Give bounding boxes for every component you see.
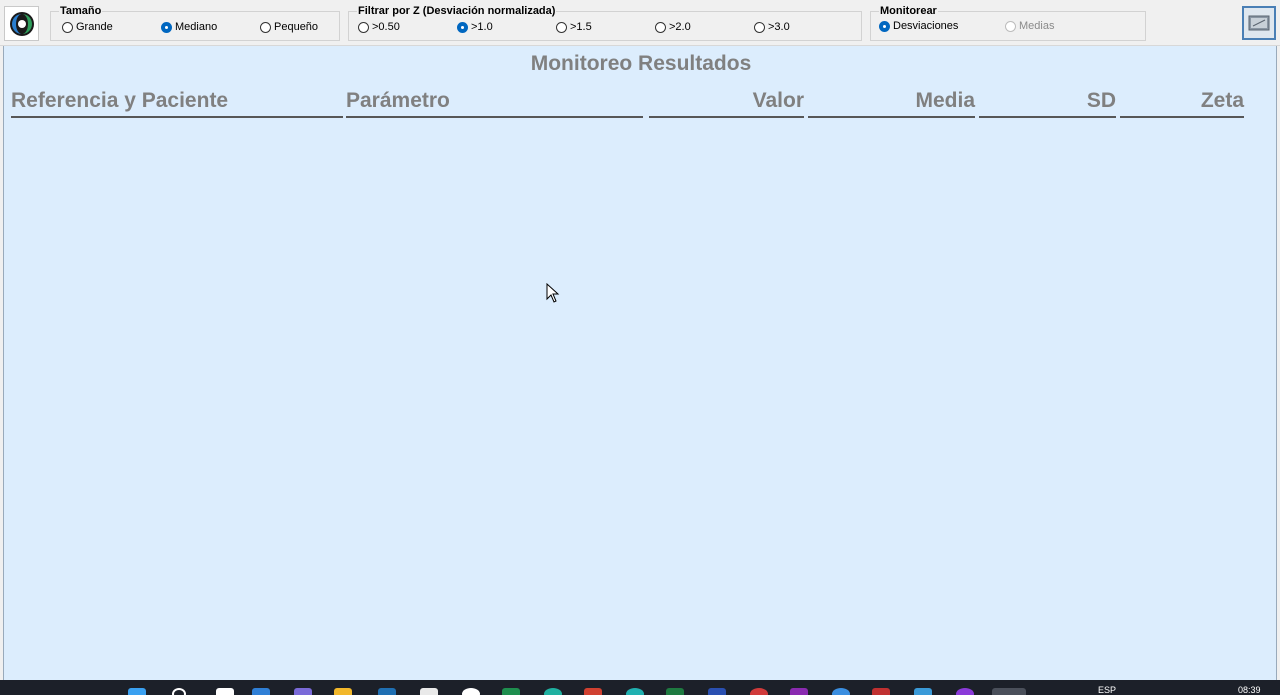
column-header-sd: SD: [979, 88, 1116, 118]
app-icon[interactable]: [790, 688, 808, 695]
radio-unchecked-icon: [260, 21, 271, 33]
filter-30-label: >3.0: [768, 21, 790, 33]
radio-unchecked-icon: [556, 21, 567, 33]
word-icon[interactable]: [708, 688, 726, 695]
mouse-cursor-icon: [546, 283, 560, 303]
size-grande-label: Grande: [76, 21, 113, 33]
radio-checked-icon: [879, 20, 890, 32]
app-icon[interactable]: [378, 688, 396, 695]
radio-checked-icon: [457, 21, 468, 33]
monitor-group-title: Monitorear: [879, 5, 938, 17]
size-group-title: Tamaño: [59, 5, 103, 17]
app-icon[interactable]: [666, 688, 684, 695]
clock-time[interactable]: 08:39: [1238, 685, 1261, 695]
radio-unchecked-icon: [1005, 20, 1016, 32]
size-group: Tamaño Grande Mediano Pequeño: [50, 6, 340, 41]
filter-15-radio[interactable]: >1.5: [556, 21, 592, 33]
start-menu-icon[interactable]: [128, 688, 146, 695]
task-view-icon[interactable]: [216, 688, 234, 695]
radio-unchecked-icon: [655, 21, 666, 33]
page-title: Monitoreo Resultados: [530, 52, 752, 75]
app-icon[interactable]: [832, 688, 850, 695]
filter-10-radio[interactable]: >1.0: [457, 21, 493, 33]
filter-20-radio[interactable]: >2.0: [655, 21, 691, 33]
radio-unchecked-icon: [62, 21, 73, 33]
excel-icon[interactable]: [502, 688, 520, 695]
app-logo-icon[interactable]: [4, 6, 39, 41]
file-explorer-icon[interactable]: [334, 688, 352, 695]
app-icon[interactable]: [914, 688, 932, 695]
column-header-reference: Referencia y Paciente: [11, 88, 343, 118]
search-icon[interactable]: [172, 688, 186, 695]
monitor-group: Monitorear Desviaciones Medias: [870, 6, 1146, 41]
app-icon[interactable]: [750, 688, 768, 695]
app-icon[interactable]: [584, 688, 602, 695]
filter-20-label: >2.0: [669, 21, 691, 33]
column-header-mean: Media: [808, 88, 975, 118]
radio-unchecked-icon: [358, 21, 369, 33]
window-screen-icon: [1248, 15, 1270, 31]
app-icon[interactable]: [956, 688, 974, 695]
monitor-medias-label: Medias: [1019, 20, 1055, 32]
column-header-value: Valor: [649, 88, 804, 118]
filter-050-radio[interactable]: >0.50: [358, 21, 400, 33]
column-header-zeta: Zeta: [1120, 88, 1244, 118]
filter-050-label: >0.50: [372, 21, 400, 33]
radio-checked-icon: [161, 21, 172, 33]
app-icon[interactable]: [872, 688, 890, 695]
widgets-icon[interactable]: [252, 688, 270, 695]
window-screen-button[interactable]: [1242, 6, 1276, 40]
filter-group-title: Filtrar por Z (Desviación normalizada): [357, 5, 557, 17]
app-icon[interactable]: [420, 688, 438, 695]
size-mediano-radio[interactable]: Mediano: [161, 21, 217, 33]
monitor-desviaciones-label: Desviaciones: [893, 20, 959, 32]
size-grande-radio[interactable]: Grande: [62, 21, 113, 33]
taskbar: ESP 08:39: [0, 680, 1280, 695]
column-header-parameter: Parámetro: [346, 88, 643, 118]
app-icon[interactable]: [462, 688, 480, 695]
filter-30-radio[interactable]: >3.0: [754, 21, 790, 33]
toolbar: Tamaño Grande Mediano Pequeño Filtrar po…: [0, 0, 1280, 46]
size-pequeno-radio[interactable]: Pequeño: [260, 21, 318, 33]
app-icon[interactable]: [544, 688, 562, 695]
app-icon[interactable]: [294, 688, 312, 695]
active-app-icon[interactable]: [992, 688, 1026, 695]
monitor-medias-radio: Medias: [1005, 20, 1054, 32]
app-icon[interactable]: [626, 688, 644, 695]
size-mediano-label: Mediano: [175, 21, 218, 33]
filter-z-group: Filtrar por Z (Desviación normalizada) >…: [348, 6, 862, 41]
filter-10-label: >1.0: [471, 21, 493, 33]
monitor-desviaciones-radio[interactable]: Desviaciones: [879, 20, 958, 32]
language-indicator[interactable]: ESP: [1098, 685, 1116, 695]
size-pequeno-label: Pequeño: [274, 21, 319, 33]
filter-15-label: >1.5: [570, 21, 592, 33]
radio-unchecked-icon: [754, 21, 765, 33]
monitoring-panel: Monitoreo Resultados Referencia y Pacien…: [3, 46, 1277, 680]
